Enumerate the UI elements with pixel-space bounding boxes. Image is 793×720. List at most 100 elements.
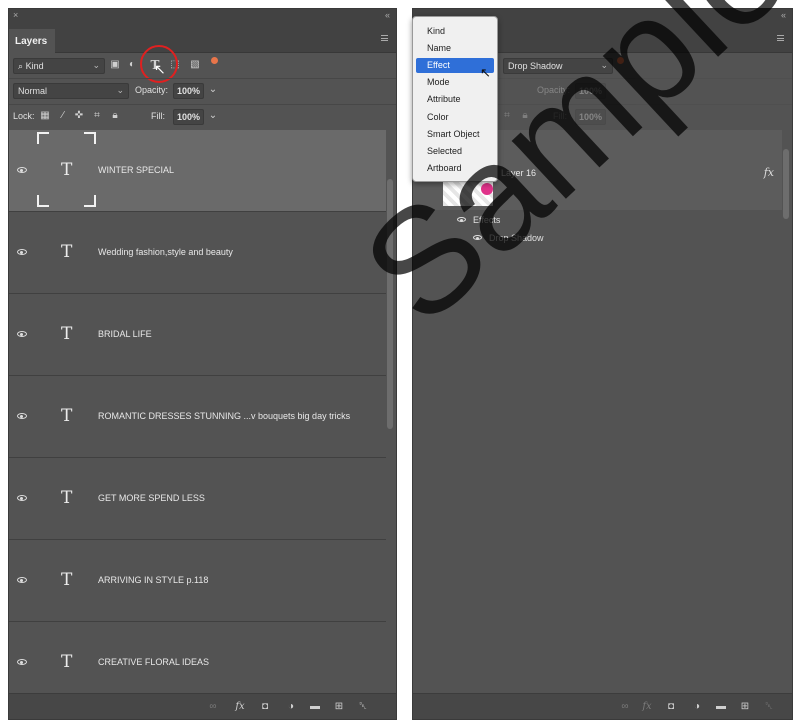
panel-menu-icon[interactable] (777, 35, 784, 41)
tab-layers[interactable]: Layers (9, 29, 55, 54)
effect-filter-dropdown[interactable]: Drop Shadow ⌄ (503, 58, 613, 74)
lock-all-icon[interactable]: 🔒︎ (519, 110, 531, 122)
type-layer-icon: T (61, 160, 73, 180)
effect-filter-value: Drop Shadow (508, 61, 563, 71)
fx-indicator[interactable]: fx (764, 166, 774, 179)
panel-bottom-toolbar: ∞ fx ◘ ◑ ▬ ⊞ ␡ (413, 693, 792, 719)
visibility-eye-icon[interactable] (17, 331, 27, 337)
panel-tabbar: Layers (9, 23, 396, 54)
layers-scrollbar[interactable] (387, 179, 393, 429)
lock-all-icon[interactable]: 🔒︎ (109, 110, 121, 122)
layers-scrollbar[interactable] (783, 149, 789, 219)
filter-row: ⌕ Kind ⌄ ▣ ◐ T ⬚ ▧ ↖ (9, 45, 396, 83)
effects-row[interactable]: Effects (457, 212, 782, 230)
visibility-eye-icon[interactable] (473, 235, 482, 240)
opacity-label: Opacity: (135, 85, 169, 95)
fx-icon[interactable]: fx (234, 701, 246, 713)
layer-row[interactable]: T WINTER SPECIAL (9, 130, 386, 212)
adjustment-filter-icon[interactable]: ◐ (126, 59, 138, 71)
mouse-cursor-icon: ↖ (154, 61, 166, 77)
add-mask-icon[interactable]: ◘ (259, 701, 271, 713)
fill-value: 100% (579, 112, 603, 122)
smart-object-filter-icon[interactable]: ▧ (189, 59, 201, 71)
layer-name[interactable]: Layer 16 (501, 168, 536, 178)
close-panel-button[interactable]: × (13, 9, 18, 21)
menu-item-selected[interactable]: Selected (416, 144, 494, 159)
link-layers-icon[interactable]: ∞ (619, 701, 631, 713)
fx-icon[interactable]: fx (641, 701, 653, 713)
new-group-folder-icon[interactable]: ▬ (309, 701, 321, 713)
chevron-down-icon: ⌄ (116, 85, 124, 95)
visibility-eye-icon[interactable] (17, 495, 27, 501)
fill-value: 100% (177, 112, 201, 122)
visibility-eye-icon[interactable] (17, 249, 27, 255)
trash-icon[interactable]: ␡ (763, 701, 775, 713)
effect-item-row[interactable]: Drop Shadow (473, 230, 782, 248)
visibility-eye-icon[interactable] (17, 577, 27, 583)
layer-name[interactable]: ROMANTIC DRESSES STUNNING ...v bouquets … (98, 411, 350, 421)
layer-name[interactable]: ARRIVING IN STYLE p.118 (98, 575, 208, 585)
filter-toggle-icon[interactable] (617, 57, 624, 64)
opacity-field[interactable]: 100% (575, 83, 607, 99)
lock-artboard-icon[interactable]: ⌗ (91, 110, 103, 122)
visibility-eye-icon[interactable] (17, 167, 27, 173)
visibility-eye-icon[interactable] (17, 413, 27, 419)
layer-name[interactable]: CREATIVE FLORAL IDEAS (98, 657, 209, 667)
adjustment-layer-icon[interactable]: ◑ (691, 701, 703, 713)
thumbnail-corner (37, 132, 49, 144)
blend-mode-dropdown[interactable]: Normal ⌄ (13, 83, 129, 99)
filter-kind-label: Kind (25, 61, 44, 71)
new-layer-icon[interactable]: ⊞ (739, 701, 751, 713)
layer-row[interactable]: T CREATIVE FLORAL IDEAS (9, 622, 386, 704)
layer-row[interactable]: T GET MORE SPEND LESS (9, 458, 386, 540)
menu-item-name[interactable]: Name (416, 41, 494, 56)
type-layer-icon: T (61, 406, 73, 426)
panel-bottom-toolbar: ∞ fx ◘ ◑ ▬ ⊞ ␡ (9, 693, 396, 719)
visibility-eye-icon[interactable] (457, 217, 466, 222)
menu-item-artboard[interactable]: Artboard (416, 161, 494, 176)
layer-row[interactable]: T Wedding fashion,style and beauty (9, 212, 386, 294)
layer-row[interactable]: T BRIDAL LIFE (9, 294, 386, 376)
layer-row[interactable]: T ROMANTIC DRESSES STUNNING ...v bouquet… (9, 376, 386, 458)
search-icon: ⌕ (18, 61, 24, 71)
layer-row[interactable]: T ARRIVING IN STYLE p.118 (9, 540, 386, 622)
fill-field[interactable]: 100% (173, 109, 205, 125)
trash-icon[interactable]: ␡ (357, 701, 369, 713)
menu-item-kind[interactable]: Kind (416, 24, 494, 39)
layer-name[interactable]: Wedding fashion,style and beauty (98, 247, 233, 257)
link-layers-icon[interactable]: ∞ (207, 701, 219, 713)
menu-item-smart-object[interactable]: Smart Object (416, 127, 494, 142)
collapse-panel-button[interactable]: « (385, 9, 390, 21)
pixel-filter-icon[interactable]: ▣ (109, 59, 121, 71)
menu-item-attribute[interactable]: Attribute (416, 92, 494, 107)
thumbnail-corner (84, 195, 96, 207)
thumbnail-corner (37, 195, 49, 207)
chevron-down-icon[interactable]: ⌄ (207, 110, 219, 122)
chevron-down-icon[interactable]: ⌄ (207, 84, 219, 96)
lock-image-pixels-icon[interactable]: ∕ (57, 110, 69, 122)
filter-toggle-icon[interactable] (211, 57, 218, 64)
fill-field[interactable]: 100% (575, 109, 607, 125)
type-layer-icon: T (61, 570, 73, 590)
lock-position-icon[interactable]: ✜ (73, 110, 85, 122)
layer-name[interactable]: GET MORE SPEND LESS (98, 493, 205, 503)
opacity-field[interactable]: 100% (173, 83, 205, 99)
lock-transparent-pixels-icon[interactable]: ▦ (39, 110, 51, 122)
fill-label: Fill: (151, 111, 165, 121)
visibility-eye-icon[interactable] (17, 659, 27, 665)
adjustment-layer-icon[interactable]: ◑ (285, 701, 297, 713)
new-layer-icon[interactable]: ⊞ (333, 701, 345, 713)
type-layer-icon: T (61, 242, 73, 262)
layer-name[interactable]: BRIDAL LIFE (98, 329, 152, 339)
add-mask-icon[interactable]: ◘ (665, 701, 677, 713)
new-group-folder-icon[interactable]: ▬ (715, 701, 727, 713)
lock-artboard-icon[interactable]: ⌗ (501, 110, 513, 122)
panel-menu-icon[interactable] (381, 35, 388, 41)
filter-kind-dropdown[interactable]: ⌕ Kind ⌄ (13, 58, 105, 74)
panel-titlebar: × « (9, 9, 396, 23)
menu-item-color[interactable]: Color (416, 110, 494, 125)
filter-type-menu: Kind Name Effect Mode Attribute Color Sm… (412, 16, 498, 182)
layer-name[interactable]: WINTER SPECIAL (98, 165, 174, 175)
mouse-cursor-icon: ↖ (480, 65, 491, 80)
collapse-panel-button[interactable]: « (781, 9, 786, 21)
